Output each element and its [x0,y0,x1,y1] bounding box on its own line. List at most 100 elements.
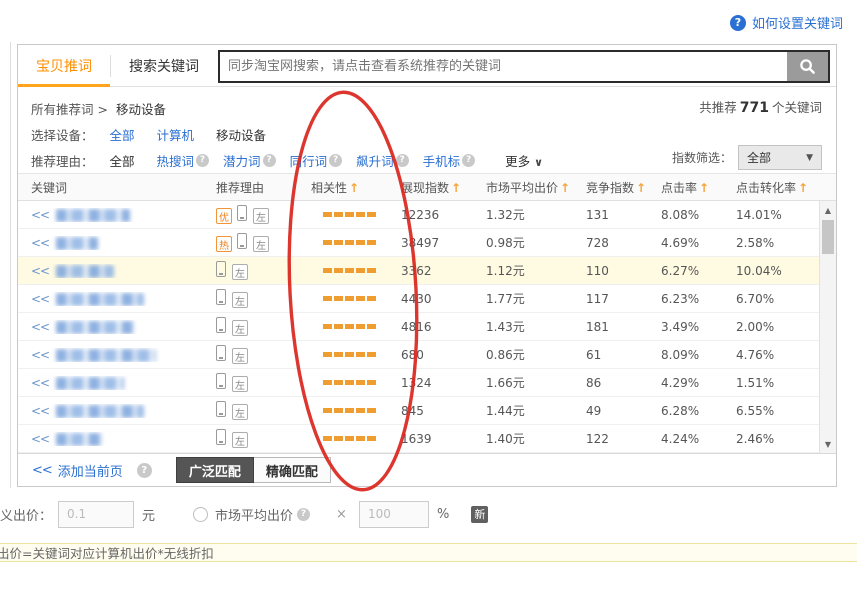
relevance-bar-segment [334,212,343,217]
table-row[interactable]: <<左16391.40元1224.24%2.46% [18,425,836,453]
breadcrumb-path[interactable]: 所有推荐词 > [31,99,108,118]
table-row[interactable]: <<左33621.12元1106.27%10.04% [18,257,836,285]
relevance-cell [308,212,398,217]
column-header[interactable]: 竞争指数↑ [583,179,658,196]
more-dropdown[interactable]: 更多 ∨ [505,151,543,170]
sort-asc-icon[interactable]: ↑ [349,181,359,195]
index-filter-value: 全部 [747,149,771,166]
ctr-cell: 8.08% [658,208,733,222]
scroll-down-icon[interactable]: ▼ [820,436,836,452]
tab-search-keywords[interactable]: 搜索关键词 [111,45,217,87]
impression-cell: 38497 [398,236,483,250]
column-header[interactable]: 展现指数↑ [398,179,483,196]
relevance-bar-segment [323,436,332,441]
hot-help-icon[interactable]: ? [196,154,209,167]
search-input[interactable] [220,59,787,74]
breadcrumb-current: 移动设备 [116,99,166,118]
market-price-label: 市场平均出价 [215,505,293,524]
impression-cell: 845 [398,404,483,418]
market-price-help-icon[interactable]: ? [297,508,310,521]
relevance-bar-segment [367,324,376,329]
reason-badge: 左 [232,348,248,364]
mobile-tag-help-icon[interactable]: ? [462,154,475,167]
ctr-cell: 6.27% [658,264,733,278]
reason-option-hot[interactable]: 热搜词 [157,151,195,170]
competition-cell: 131 [583,208,658,222]
add-page-help-icon[interactable]: ? [137,463,152,478]
reason-option-all[interactable]: 全部 [110,151,135,170]
table-row[interactable]: <<左6800.86元618.09%4.76% [18,341,836,369]
masked-keyword [56,293,144,306]
broad-match-button[interactable]: 广泛匹配 [176,457,254,483]
sort-asc-icon[interactable]: ↑ [560,181,570,195]
column-header[interactable]: 相关性↑ [308,179,398,196]
relevance-bars [323,324,398,329]
index-filter-dropdown[interactable]: 全部 ▼ [738,145,822,170]
keyword-prefix: << [31,292,49,306]
column-header[interactable]: 市场平均出价↑ [483,179,583,196]
reason-badge: 左 [232,264,248,280]
device-option-pc[interactable]: 计算机 [157,125,195,144]
scroll-up-icon[interactable]: ▲ [820,202,836,218]
relevance-bar-segment [345,380,354,385]
keyword-prefix: << [31,264,49,278]
relevance-bar-segment [334,240,343,245]
add-page-prefix[interactable]: << [32,463,52,478]
reason-cell: 左 [213,261,308,281]
relevance-bar-segment [356,380,365,385]
table-row[interactable]: <<左13241.66元864.29%1.51% [18,369,836,397]
vertical-scrollbar[interactable]: ▲ ▼ [819,201,836,453]
device-option-all[interactable]: 全部 [110,125,135,144]
ctr-cell: 4.29% [658,376,733,390]
relevance-bars [323,436,398,441]
relevance-cell [308,268,398,273]
scrollbar-thumb[interactable] [822,220,834,254]
relevance-bar-segment [367,408,376,413]
reason-badge: 左 [232,376,248,392]
relevance-bar-segment [356,352,365,357]
table-row[interactable]: <<左48161.43元1813.49%2.00% [18,313,836,341]
device-option-mobile[interactable]: 移动设备 [216,125,266,144]
table-row[interactable]: <<热左384970.98元7284.69%2.58% [18,229,836,257]
potential-help-icon[interactable]: ? [263,154,276,167]
sort-asc-icon[interactable]: ↑ [636,181,646,195]
reason-option-peer[interactable]: 同行词 [290,151,328,170]
mobile-device-icon [237,205,247,221]
peer-help-icon[interactable]: ? [329,154,342,167]
column-header-label: 相关性 [311,181,347,195]
relevance-bar-segment [345,436,354,441]
reason-badge: 优 [216,208,232,224]
table-row[interactable]: <<左8451.44元496.28%6.55% [18,397,836,425]
search-button[interactable] [787,52,828,81]
tab-item-recommend[interactable]: 宝贝推词 [18,45,110,87]
add-current-page-link[interactable]: 添加当前页 [58,461,123,480]
column-header[interactable]: 点击转化率↑ [733,179,819,196]
relevance-bar-segment [334,436,343,441]
table-row[interactable]: <<优左122361.32元1318.08%14.01% [18,201,836,229]
relevance-bar-segment [345,268,354,273]
how-to-set-keywords-link[interactable]: ? 如何设置关键词 [730,13,843,32]
relevance-bar-segment [323,212,332,217]
relevance-cell [308,296,398,301]
impression-cell: 12236 [398,208,483,222]
custom-bid-input[interactable] [58,501,134,528]
rising-help-icon[interactable]: ? [396,154,409,167]
sort-asc-icon[interactable]: ↑ [798,181,808,195]
help-link-label: 如何设置关键词 [752,13,843,32]
device-filter-row: 选择设备： 全部 计算机 移动设备 [31,121,822,147]
percent-input[interactable] [359,501,429,528]
reason-option-potential[interactable]: 潜力词 [223,151,261,170]
relevance-cell [308,324,398,329]
reason-option-mobile-tag[interactable]: 手机标 [423,151,461,170]
sort-asc-icon[interactable]: ↑ [699,181,709,195]
market-price-radio[interactable] [193,507,208,522]
table-row[interactable]: <<左44301.77元1176.23%6.70% [18,285,836,313]
column-header[interactable]: 点击率↑ [658,179,733,196]
relevance-bar-segment [367,436,376,441]
competition-cell: 49 [583,404,658,418]
reason-badge: 热 [216,236,232,252]
relevance-bars [323,212,398,217]
reason-option-rising[interactable]: 飙升词 [356,151,394,170]
exact-match-button[interactable]: 精确匹配 [254,457,331,483]
sort-asc-icon[interactable]: ↑ [451,181,461,195]
